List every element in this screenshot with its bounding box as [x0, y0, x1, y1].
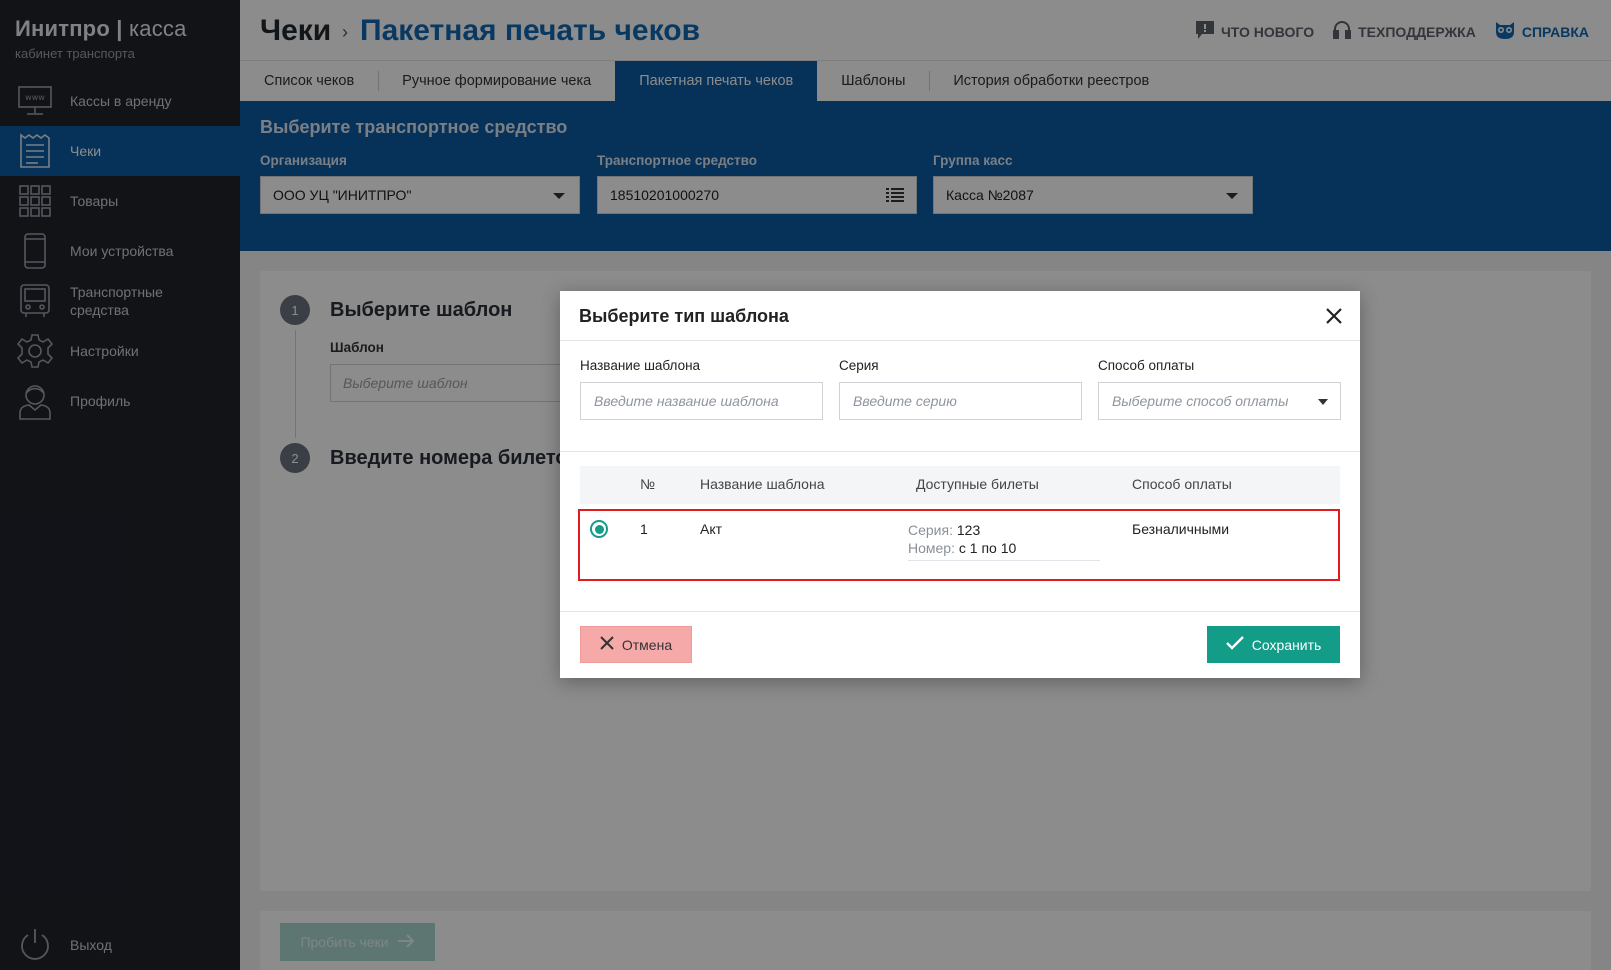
row-number: 1: [640, 521, 648, 537]
close-icon[interactable]: [1322, 304, 1346, 328]
number-value: с 1 по 10: [958, 540, 1017, 556]
row-payment-method: Безналичными: [1132, 521, 1230, 537]
cancel-label: Отмена: [621, 636, 673, 653]
dialog-header: Выберите тип шаблона: [560, 291, 1360, 341]
series-value: 123: [956, 522, 981, 538]
dialog-title: Выберите тип шаблона: [579, 306, 789, 326]
template-type-dialog: Выберите тип шаблона Название шаблона Вв…: [560, 291, 1360, 678]
check-icon: [1225, 636, 1244, 653]
filter-label: Серия: [839, 358, 879, 373]
column-header: Название шаблона: [700, 476, 825, 492]
cancel-button[interactable]: Отмена: [580, 626, 692, 663]
chevron-down-icon: [1318, 399, 1328, 405]
series-key: Серия:: [908, 522, 953, 538]
filter-template-name: Название шаблона Введите название шаблон…: [580, 358, 823, 420]
payment-select[interactable]: Выберите способ оплаты: [1098, 382, 1341, 420]
row-available-tickets: Серия: 123 Номер: с 1 по 10: [908, 521, 1100, 561]
template-name-input[interactable]: Введите название шаблона: [580, 382, 823, 420]
row-template-name: Акт: [700, 521, 723, 537]
payment-placeholder: Выберите способ оплаты: [1112, 393, 1289, 409]
table-row[interactable]: 1 Акт Серия: 123 Номер: с 1 по 10 Безнал…: [578, 509, 1340, 581]
column-header: Доступные билеты: [916, 476, 1039, 492]
templates-table: № Название шаблона Доступные билеты Спос…: [578, 466, 1340, 581]
column-header: №: [640, 476, 656, 492]
filter-label: Способ оплаты: [1098, 358, 1195, 373]
filter-label: Название шаблона: [580, 358, 701, 373]
close-icon: [600, 636, 614, 653]
series-input[interactable]: Введите серию: [839, 382, 1082, 420]
filter-series: Серия Введите серию: [839, 358, 1082, 420]
table-header: № Название шаблона Доступные билеты Спос…: [580, 466, 1340, 504]
save-label: Сохранить: [1251, 636, 1322, 653]
filter-payment: Способ оплаты Выберите способ оплаты: [1098, 358, 1341, 420]
number-key: Номер:: [908, 540, 955, 556]
column-header: Способ оплаты: [1132, 476, 1232, 492]
row-radio[interactable]: [590, 520, 608, 538]
divider: [560, 451, 1360, 452]
divider: [560, 611, 1360, 612]
save-button[interactable]: Сохранить: [1207, 626, 1340, 663]
